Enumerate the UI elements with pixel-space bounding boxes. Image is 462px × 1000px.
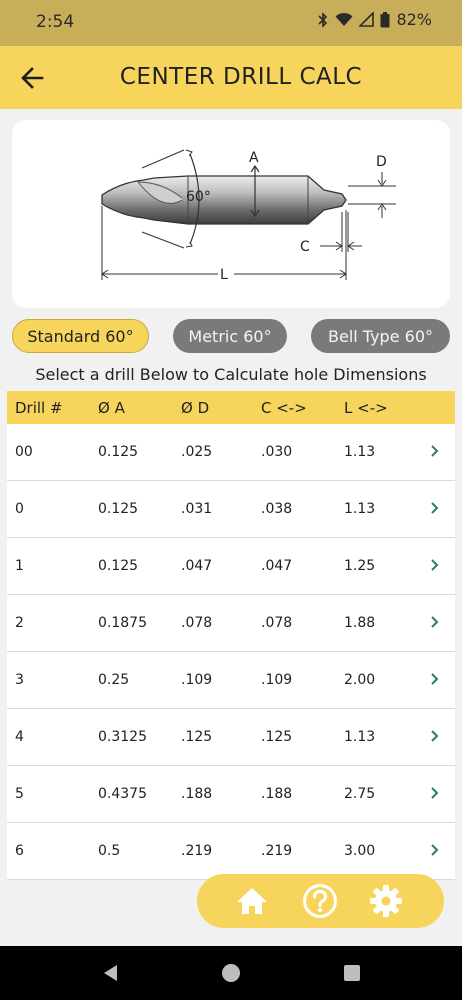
table-row[interactable]: 6 0.5 .219 .219 3.00 <box>7 823 455 880</box>
table-row[interactable]: 5 0.4375 .188 .188 2.75 <box>7 766 455 823</box>
status-time: 2:54 <box>36 12 75 32</box>
chip-metric-60[interactable]: Metric 60° <box>173 319 287 353</box>
table-row[interactable]: 4 0.3125 .125 .125 1.13 <box>7 709 455 766</box>
l-label: L <box>220 267 228 283</box>
page-title: CENTER DRILL CALC <box>119 64 363 90</box>
status-icons: 82% <box>317 10 432 29</box>
chevron-right-icon <box>431 730 439 742</box>
chevron-right-icon <box>431 502 439 514</box>
nav-back-icon[interactable] <box>101 963 121 983</box>
d-label: D <box>376 154 387 170</box>
cell-c: .078 <box>261 615 293 631</box>
instruction-text: Select a drill Below to Calculate hole D… <box>35 365 427 384</box>
header-dia-d: Ø D <box>181 399 210 417</box>
gear-icon <box>370 885 402 917</box>
cell-drill: 3 <box>15 672 24 688</box>
table-row[interactable]: 3 0.25 .109 .109 2.00 <box>7 652 455 709</box>
cell-dia-d: .031 <box>181 501 213 517</box>
chip-bell-type-60[interactable]: Bell Type 60° <box>311 319 450 353</box>
cell-c: .188 <box>261 786 293 802</box>
home-icon <box>237 888 267 914</box>
cell-c: .038 <box>261 501 293 517</box>
cell-l: 3.00 <box>344 843 376 859</box>
settings-button[interactable] <box>368 883 404 919</box>
signal-icon <box>359 12 375 27</box>
cell-drill: 6 <box>15 843 24 859</box>
cell-dia-a: 0.25 <box>98 672 130 688</box>
cell-l: 2.00 <box>344 672 376 688</box>
cell-c: .047 <box>261 558 293 574</box>
cell-dia-a: 0.3125 <box>98 729 147 745</box>
cell-dia-d: .078 <box>181 615 213 631</box>
system-nav-bar <box>0 946 462 1000</box>
table-row[interactable]: 0 0.125 .031 .038 1.13 <box>7 481 455 538</box>
header-c: C <-> <box>261 399 307 417</box>
cell-drill: 4 <box>15 729 24 745</box>
chevron-right-icon <box>431 787 439 799</box>
cell-l: 1.88 <box>344 615 376 631</box>
cell-l: 1.13 <box>344 444 376 460</box>
cell-dia-a: 0.5 <box>98 843 121 859</box>
cell-l: 2.75 <box>344 786 376 802</box>
cell-c: .219 <box>261 843 293 859</box>
cell-l: 1.25 <box>344 558 376 574</box>
cell-c: .030 <box>261 444 293 460</box>
chevron-right-icon <box>431 673 439 685</box>
c-label: C <box>300 239 310 255</box>
header-dia-a: Ø A <box>98 399 125 417</box>
app-bar: CENTER DRILL CALC <box>0 46 462 109</box>
status-bar: 2:54 82% <box>0 0 462 46</box>
cell-dia-d: .219 <box>181 843 213 859</box>
table-row[interactable]: 00 0.125 .025 .030 1.13 <box>7 424 455 481</box>
chip-standard-60[interactable]: Standard 60° <box>12 319 149 353</box>
header-drill: Drill # <box>15 399 63 417</box>
cell-drill: 2 <box>15 615 24 631</box>
cell-c: .125 <box>261 729 293 745</box>
cell-dia-a: 0.4375 <box>98 786 147 802</box>
cell-dia-d: .025 <box>181 444 213 460</box>
nav-recents-icon[interactable] <box>342 963 362 983</box>
cell-l: 1.13 <box>344 501 376 517</box>
help-button[interactable] <box>302 883 338 919</box>
drill-table: Drill # Ø A Ø D C <-> L <-> 00 0.125.025.… <box>7 391 455 880</box>
battery-percent: 82% <box>396 10 432 29</box>
battery-icon <box>380 11 390 27</box>
header-l: L <-> <box>344 399 388 417</box>
cell-drill: 0 <box>15 501 24 517</box>
chevron-right-icon <box>431 559 439 571</box>
center-drill-illustration: 60° A D C L <box>101 149 396 283</box>
wifi-icon <box>335 12 353 26</box>
home-button[interactable] <box>234 883 270 919</box>
cell-dia-d: .109 <box>181 672 213 688</box>
cell-dia-a: 0.125 <box>98 501 139 517</box>
cell-dia-a: 0.125 <box>98 558 139 574</box>
nav-home-icon[interactable] <box>221 963 241 983</box>
cell-drill: 5 <box>15 786 24 802</box>
cell-dia-a: 0.1875 <box>98 615 147 631</box>
help-circle-icon <box>303 884 337 918</box>
cell-l: 1.13 <box>344 729 376 745</box>
table-row[interactable]: 2 0.1875 .078 .078 1.88 <box>7 595 455 652</box>
cell-c: .109 <box>261 672 293 688</box>
bluetooth-icon <box>318 11 328 28</box>
a-label: A <box>249 150 259 166</box>
chevron-right-icon <box>431 616 439 628</box>
bottom-action-bar <box>197 874 444 928</box>
chevron-right-icon <box>431 445 439 457</box>
drill-diagram: 60° A D C L <box>12 120 450 308</box>
table-header: Drill # Ø A Ø D C <-> L <-> <box>7 391 455 424</box>
cell-dia-d: .188 <box>181 786 213 802</box>
cell-drill: 1 <box>15 558 24 574</box>
cell-dia-d: .125 <box>181 729 213 745</box>
chevron-right-icon <box>431 844 439 856</box>
cell-dia-d: .047 <box>181 558 213 574</box>
cell-dia-a: 0.125 <box>98 444 139 460</box>
table-row[interactable]: 1 0.125 .047 .047 1.25 <box>7 538 455 595</box>
angle-label: 60° <box>186 189 211 205</box>
cell-drill: 00 <box>15 444 33 460</box>
